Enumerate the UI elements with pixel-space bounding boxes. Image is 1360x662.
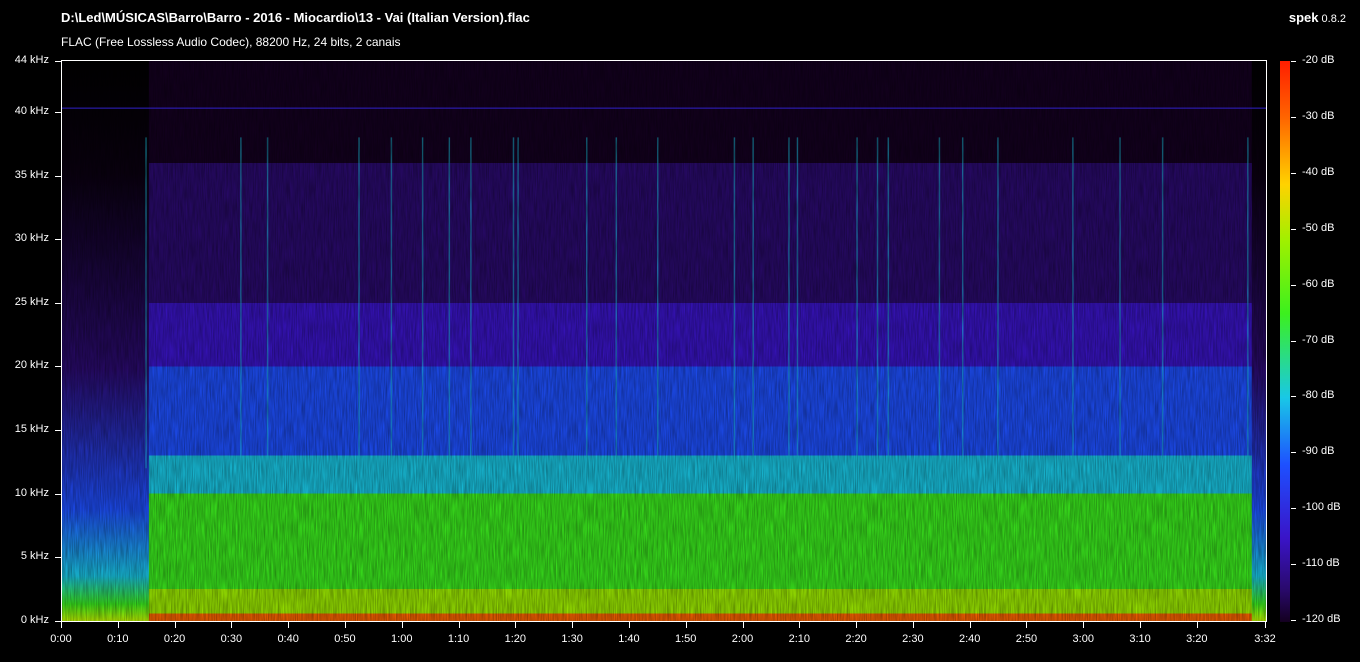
time-tick-label: 0:50 <box>334 633 356 645</box>
db-tick-label: -20 dB <box>1302 54 1335 66</box>
db-tick <box>1291 564 1296 565</box>
time-tick-label: 1:10 <box>447 633 470 645</box>
colorbar <box>1280 61 1290 622</box>
frequency-tick-label: 10 kHz <box>14 486 49 499</box>
time-tick-label: 0:40 <box>277 633 299 645</box>
app-name: spek <box>1288 10 1319 25</box>
db-tick <box>1291 229 1296 230</box>
time-tick-label: 3:32 <box>1254 633 1276 645</box>
time-tick-label: 1:30 <box>561 633 583 645</box>
time-tick-label: 3:20 <box>1186 633 1208 645</box>
frequency-tick-label: 40 kHz <box>14 104 49 117</box>
frequency-tick-label: 30 kHz <box>14 232 49 245</box>
time-tick <box>402 622 403 628</box>
time-tick <box>686 622 687 628</box>
frequency-tick-label: 44 kHz <box>14 54 49 66</box>
db-tick <box>1291 173 1296 174</box>
db-tick-label: -90 dB <box>1302 445 1335 458</box>
time-tick-label: 1:20 <box>504 633 527 645</box>
db-tick-label: -30 dB <box>1302 109 1335 122</box>
frequency-tick <box>55 430 61 431</box>
db-tick <box>1291 396 1296 397</box>
time-tick <box>799 622 800 628</box>
spectrogram-plot[interactable] <box>61 60 1267 622</box>
time-tick-label: 2:40 <box>958 633 981 645</box>
time-tick-label: 2:10 <box>788 633 810 645</box>
time-tick <box>856 622 857 628</box>
db-tick-label: -100 dB <box>1302 501 1341 514</box>
time-tick-label: 1:50 <box>674 633 697 645</box>
db-tick <box>1291 620 1296 621</box>
time-tick-label: 1:40 <box>618 633 640 645</box>
frequency-tick <box>55 176 61 177</box>
time-tick <box>175 622 176 628</box>
db-tick-label: -70 dB <box>1302 333 1335 346</box>
file-path-title: D:\Led\MÚSICAS\Barro\Barro - 2016 - Mioc… <box>61 10 530 25</box>
time-tick <box>288 622 289 628</box>
frequency-tick-label: 5 kHz <box>20 550 49 563</box>
db-tick <box>1291 341 1296 342</box>
db-tick-label: -110 dB <box>1302 557 1340 570</box>
time-tick-label: 3:00 <box>1072 633 1094 645</box>
frequency-tick <box>55 303 61 304</box>
app-brand: spek 0.8.2 <box>1289 10 1346 25</box>
db-tick-label: -80 dB <box>1302 389 1335 402</box>
db-tick-label: -50 dB <box>1302 221 1335 234</box>
time-tick-label: 2:20 <box>845 633 867 645</box>
frequency-tick <box>55 61 61 62</box>
time-tick-label: 0:20 <box>163 633 186 645</box>
time-tick <box>629 622 630 628</box>
time-tick-label: 0:10 <box>107 633 129 645</box>
frequency-tick <box>55 112 61 113</box>
db-tick <box>1291 508 1296 509</box>
db-tick <box>1291 61 1296 62</box>
db-tick <box>1291 285 1296 286</box>
frequency-tick-label: 20 kHz <box>14 359 49 372</box>
time-tick <box>1265 622 1266 628</box>
time-tick-label: 2:00 <box>731 633 754 645</box>
db-tick-label: -60 dB <box>1302 277 1335 290</box>
time-tick-label: 2:30 <box>902 633 924 645</box>
frequency-tick <box>55 239 61 240</box>
time-tick-label: 3:10 <box>1129 633 1151 645</box>
time-tick <box>61 622 62 628</box>
time-tick <box>970 622 971 628</box>
frequency-tick-label: 25 kHz <box>14 295 49 308</box>
spectrogram-image <box>62 61 1266 621</box>
time-tick <box>743 622 744 628</box>
time-tick <box>345 622 346 628</box>
colorbar-gradient <box>1280 61 1290 622</box>
time-tick <box>1197 622 1198 628</box>
db-tick <box>1291 452 1296 453</box>
frequency-tick <box>55 366 61 367</box>
frequency-tick-label: 35 kHz <box>14 168 49 181</box>
time-tick <box>1083 622 1084 628</box>
time-tick <box>913 622 914 628</box>
time-tick-label: 2:50 <box>1015 633 1038 645</box>
time-tick <box>515 622 516 628</box>
frequency-tick-label: 15 kHz <box>14 423 49 436</box>
frequency-tick-label: 0 kHz <box>20 614 49 626</box>
time-tick-label: 0:00 <box>50 633 72 645</box>
time-tick-label: 1:00 <box>391 633 413 645</box>
time-tick <box>1140 622 1141 628</box>
frequency-tick <box>55 494 61 495</box>
spectrogram-texture <box>62 61 1266 621</box>
time-tick <box>118 622 119 628</box>
time-tick <box>1026 622 1027 628</box>
time-tick <box>231 622 232 628</box>
app-version: 0.8.2 <box>1321 13 1346 25</box>
db-tick-label: -40 dB <box>1302 165 1335 178</box>
time-tick <box>459 622 460 628</box>
audio-info: FLAC (Free Lossless Audio Codec), 88200 … <box>61 35 401 49</box>
time-tick <box>572 622 573 628</box>
db-tick <box>1291 117 1296 118</box>
db-tick-label: -120 dB <box>1302 613 1341 625</box>
time-tick-label: 0:30 <box>220 633 243 645</box>
frequency-tick <box>55 557 61 558</box>
